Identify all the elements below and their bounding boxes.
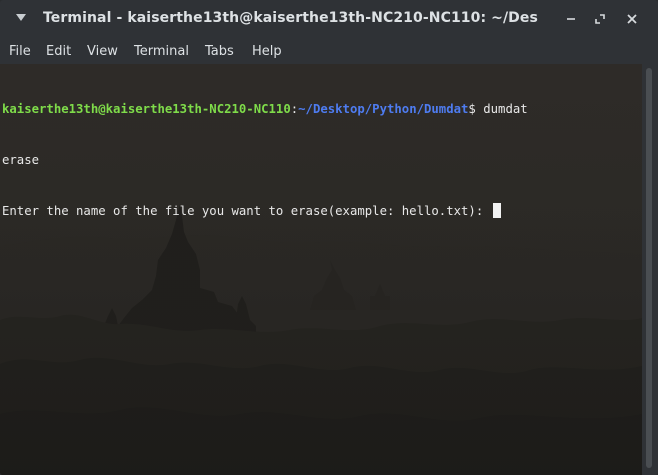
terminal-output: kaiserthe13th@kaiserthe13th-NC210-NC110:… bbox=[2, 67, 528, 254]
maximize-icon bbox=[595, 14, 605, 24]
minimize-icon bbox=[567, 18, 575, 20]
menu-bar: File Edit View Terminal Tabs Help bbox=[0, 38, 658, 64]
input-prompt-text: Enter the name of the file you want to e… bbox=[2, 204, 491, 218]
prompt-line: kaiserthe13th@kaiserthe13th-NC210-NC110:… bbox=[2, 101, 528, 118]
prompt-path: ~/Desktop/Python/Dumdat bbox=[298, 102, 469, 116]
chevron-down-icon[interactable] bbox=[16, 14, 26, 21]
menu-view[interactable]: View bbox=[87, 44, 118, 59]
command-text: dumdat bbox=[483, 102, 528, 116]
terminal-window: Terminal - kaiserthe13th@kaiserthe13th-N… bbox=[0, 0, 658, 475]
close-button[interactable] bbox=[621, 8, 643, 30]
menu-tabs[interactable]: Tabs bbox=[205, 44, 234, 59]
scrollbar[interactable] bbox=[642, 64, 658, 475]
menu-terminal[interactable]: Terminal bbox=[134, 44, 189, 59]
window-title: Terminal - kaiserthe13th@kaiserthe13th-N… bbox=[43, 10, 539, 26]
close-icon bbox=[627, 14, 637, 24]
text-cursor bbox=[492, 203, 501, 218]
maximize-button[interactable] bbox=[589, 8, 611, 30]
menu-edit[interactable]: Edit bbox=[46, 44, 71, 59]
terminal-area[interactable]: kaiserthe13th@kaiserthe13th-NC210-NC110:… bbox=[0, 64, 642, 475]
minimize-button[interactable] bbox=[560, 8, 582, 30]
menu-file[interactable]: File bbox=[9, 44, 31, 59]
title-bar[interactable]: Terminal - kaiserthe13th@kaiserthe13th-N… bbox=[0, 0, 658, 38]
menu-help[interactable]: Help bbox=[252, 44, 282, 59]
output-line: erase bbox=[2, 153, 40, 167]
prompt-sign: $ bbox=[468, 102, 484, 116]
prompt-user: kaiserthe13th@kaiserthe13th-NC210-NC110 bbox=[2, 102, 291, 116]
scrollbar-thumb[interactable] bbox=[646, 68, 652, 468]
input-prompt-line: Enter the name of the file you want to e… bbox=[2, 203, 528, 220]
